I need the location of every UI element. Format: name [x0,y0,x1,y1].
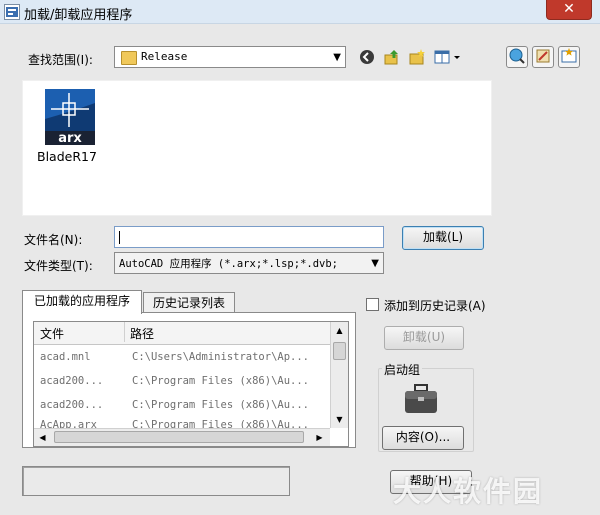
arx-file-icon: arx [45,89,95,146]
list-item-file: acad200... [40,399,104,411]
tab-loaded-apps[interactable]: 已加载的应用程序 [22,290,142,314]
up-folder-icon [384,50,398,65]
scroll-thumb[interactable] [54,431,304,443]
favorites-button[interactable] [558,46,580,68]
vertical-scrollbar[interactable]: ▲ ▼ [330,322,348,428]
loaded-apps-panel: 文件 路径 acad.mnl C:\Users\Administrator\Ap… [22,312,356,448]
app-icon [4,4,20,20]
contents-button[interactable]: 内容(O)... [382,426,464,450]
view-menu-button[interactable] [432,48,464,68]
scroll-down-icon[interactable]: ▼ [332,412,347,427]
chevron-down-icon: ▼ [333,52,341,63]
load-button[interactable]: 加载(L) [402,226,484,250]
watermark: 大人软件园 [393,475,544,508]
list-item-path: C:\Users\Administrator\Ap... [132,351,310,363]
lookin-label: 查找范围(I): [28,53,93,67]
view-menu-icon [434,50,460,64]
close-icon: ✕ [563,1,575,17]
search-web-icon [509,48,525,64]
startup-group-label: 启动组 [382,361,423,378]
list-item-path: C:\Program Files (x86)\Au... [132,419,310,428]
filetype-value: AutoCAD 应用程序 (*.arx;*.lsp;*.dvb; [119,258,339,270]
filetype-combo[interactable]: AutoCAD 应用程序 (*.arx;*.lsp;*.dvb; ▼ [114,252,384,274]
tab-history-list[interactable]: 历史记录列表 [143,292,235,314]
list-item[interactable]: acad200... C:\Program Files (x86)\Au... [34,370,330,394]
list-item[interactable]: acad.mnl C:\Users\Administrator\Ap... [34,346,330,370]
file-browser[interactable]: arx BladeR17 [22,80,492,216]
text-cursor [119,231,120,244]
tools-icon [536,49,550,63]
list-item[interactable]: AcApp.arx C:\Program Files (x86)\Au... [34,418,330,428]
new-folder-icon [409,49,425,65]
new-folder-button[interactable] [407,48,427,68]
arx-icon-label: arx [58,131,82,145]
up-folder-button[interactable] [382,48,402,68]
add-history-checkbox[interactable] [366,298,379,311]
filetype-label: 文件类型(T): [24,259,93,273]
window-title: 加载/卸载应用程序 [24,8,133,23]
list-item-path: C:\Program Files (x86)\Au... [132,399,310,411]
search-web-button[interactable] [506,46,528,68]
filename-input[interactable] [114,226,384,248]
scroll-up-icon[interactable]: ▲ [332,323,347,338]
list-item-file: acad.mnl [40,351,91,363]
filename-label: 文件名(N): [24,233,83,247]
back-button[interactable] [357,48,377,68]
folder-icon [121,51,137,65]
list-item-file: AcApp.arx [40,419,97,428]
scroll-right-icon[interactable]: ▶ [312,430,327,445]
lookin-value: Release [141,50,188,63]
scroll-left-icon[interactable]: ◀ [35,430,50,445]
file-item[interactable]: arx [43,89,97,146]
chevron-down-icon: ▼ [371,258,379,269]
unload-button[interactable]: 卸载(U) [384,326,464,350]
list-item[interactable]: acad200... C:\Program Files (x86)\Au... [34,394,330,418]
list-header: 文件 路径 [34,322,330,345]
add-history-label[interactable]: 添加到历史记录(A) [384,297,486,314]
favorites-icon [561,48,577,63]
scroll-thumb[interactable] [333,342,346,360]
list-item-path: C:\Program Files (x86)\Au... [132,375,310,387]
list-item-file: acad200... [40,375,104,387]
horizontal-scrollbar[interactable]: ◀ ▶ [34,428,330,446]
column-header-path[interactable]: 路径 [130,325,154,342]
lookin-combo[interactable]: Release ▼ [114,46,346,68]
status-bar [22,466,290,496]
back-icon [360,50,374,64]
file-item-name: BladeR17 [37,149,97,164]
column-divider[interactable] [124,322,125,342]
tools-button[interactable] [532,46,554,68]
close-button[interactable]: ✕ [546,0,592,20]
briefcase-icon [405,384,437,413]
column-header-file[interactable]: 文件 [40,325,64,342]
loaded-apps-list[interactable]: 文件 路径 acad.mnl C:\Users\Administrator\Ap… [33,321,349,447]
